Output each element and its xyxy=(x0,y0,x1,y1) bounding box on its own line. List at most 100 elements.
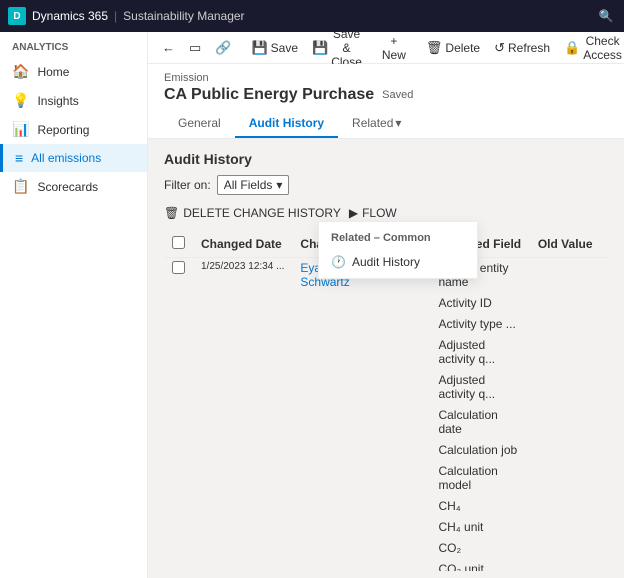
new-value-cell: 9dc9da18-cfb1-9dc4-d... xyxy=(601,293,608,314)
tab-related[interactable]: Related ▾ xyxy=(338,110,415,138)
changed-field-cell: CO₂ unit xyxy=(430,559,529,572)
sidebar-item-label: All emissions xyxy=(31,151,101,165)
row-checkbox-cell xyxy=(164,370,193,405)
sidebar-item-scorecards[interactable]: 📋 Scorecards xyxy=(0,172,147,201)
table-row: CH₄ unit 🔗 lb xyxy=(164,517,608,538)
event-cell xyxy=(378,461,430,496)
table-row: Adjusted activity q... 0.0100000000 xyxy=(164,370,608,405)
old-value-cell xyxy=(530,314,601,335)
scorecards-icon: 📋 xyxy=(12,178,29,195)
row-checkbox[interactable] xyxy=(172,261,185,274)
old-value-cell xyxy=(530,370,601,405)
check-access-icon: 🔒 xyxy=(564,40,580,56)
history-icon: 🕐 xyxy=(331,255,346,269)
event-cell xyxy=(378,293,430,314)
emissions-icon: ≡ xyxy=(15,150,23,166)
sidebar-item-reporting[interactable]: 📊 Reporting xyxy=(0,115,147,144)
changed-by-cell xyxy=(292,517,378,538)
delete-button[interactable]: 🗑 Delete xyxy=(420,36,486,60)
new-value-cell: 🔗 M xyxy=(601,461,608,496)
table-row: Activity type ... Electricity xyxy=(164,314,608,335)
changed-date-cell xyxy=(193,538,292,559)
back-button[interactable]: ← xyxy=(156,36,181,59)
row-checkbox-cell xyxy=(164,538,193,559)
panel-toggle-button[interactable]: ▭ xyxy=(183,36,207,60)
col-checkbox xyxy=(164,231,193,258)
main-layout: Analytics 🏠 Home 💡 Insights 📊 Reporting … xyxy=(0,32,624,578)
sidebar-item-insights[interactable]: 💡 Insights xyxy=(0,86,147,115)
changed-date-cell xyxy=(193,405,292,440)
tab-audit-history[interactable]: Audit History xyxy=(235,110,338,138)
new-value-cell: Electricity xyxy=(601,314,608,335)
changed-date-cell xyxy=(193,293,292,314)
changed-date-cell xyxy=(193,335,292,370)
content-area: ← ▭ 🔗 💾 Save 💾 Save & Close + New xyxy=(148,32,624,578)
sidebar-item-label: Scorecards xyxy=(37,180,98,194)
old-value-cell xyxy=(530,538,601,559)
refresh-icon: ↺ xyxy=(494,40,505,56)
sidebar-section-label: Analytics xyxy=(0,32,147,57)
row-checkbox-cell xyxy=(164,517,193,538)
event-cell xyxy=(378,335,430,370)
event-cell xyxy=(378,496,430,517)
select-all-checkbox[interactable] xyxy=(172,236,185,249)
refresh-button[interactable]: ↺ Refresh xyxy=(488,36,556,60)
delete-icon: 🗑 xyxy=(426,40,443,56)
event-cell xyxy=(378,559,430,572)
row-checkbox-cell xyxy=(164,314,193,335)
sidebar-item-label: Insights xyxy=(37,94,78,108)
event-cell xyxy=(378,538,430,559)
row-checkbox-cell xyxy=(164,335,193,370)
event-cell xyxy=(378,517,430,538)
new-value-cell: 🔗 lb xyxy=(601,559,608,572)
table-row: CO₂ unit 🔗 lb xyxy=(164,559,608,572)
saved-badge: Saved xyxy=(382,89,413,101)
command-bar: ← ▭ 🔗 💾 Save 💾 Save & Close + New xyxy=(148,32,624,64)
dropdown-popup-header: Related – Common xyxy=(319,226,477,250)
changed-date-cell xyxy=(193,440,292,461)
delete-change-history-label: DELETE CHANGE HISTORY xyxy=(183,206,341,220)
tab-related-label: Related xyxy=(352,116,393,130)
changed-by-cell xyxy=(292,538,378,559)
check-access-button[interactable]: 🔒 Check Access xyxy=(558,32,624,66)
dropdown-item-audit-history[interactable]: 🕐 Audit History xyxy=(319,250,477,274)
changed-field-cell: Calculation model xyxy=(430,461,529,496)
changed-date-cell xyxy=(193,559,292,572)
old-value-cell xyxy=(530,293,601,314)
search-icon[interactable]: 🔍 xyxy=(596,6,616,26)
save-button[interactable]: 💾 Save xyxy=(245,36,304,60)
sidebar-item-home[interactable]: 🏠 Home xyxy=(0,57,147,86)
chevron-down-icon: ▾ xyxy=(395,116,401,130)
changed-date-cell xyxy=(193,314,292,335)
top-nav: D Dynamics 365 | Sustainability Manager … xyxy=(0,0,624,32)
changed-field-cell: CH₄ xyxy=(430,496,529,517)
changed-field-cell: CH₄ unit xyxy=(430,517,529,538)
changed-by-cell xyxy=(292,496,378,517)
changed-field-cell: Calculation date xyxy=(430,405,529,440)
flow-audit-button[interactable]: ▶ FLOW xyxy=(349,203,397,223)
sidebar-item-all-emissions[interactable]: ≡ All emissions xyxy=(0,144,147,172)
tab-general[interactable]: General xyxy=(164,110,235,138)
changed-date-cell: 1/25/2023 12:34 ... xyxy=(193,258,292,293)
page-content: Audit History Filter on: All Fields ▾ 🗑 … xyxy=(148,139,624,578)
dropdown-item-label: Audit History xyxy=(352,255,420,269)
old-value-cell xyxy=(530,461,601,496)
delete-change-history-button[interactable]: 🗑 DELETE CHANGE HISTORY xyxy=(164,203,341,223)
sidebar: Analytics 🏠 Home 💡 Insights 📊 Reporting … xyxy=(0,32,148,578)
new-button[interactable]: + New xyxy=(376,32,412,66)
save-icon: 💾 xyxy=(251,40,267,56)
changed-field-cell: Adjusted activity q... xyxy=(430,370,529,405)
new-value-cell: 🔗 lb xyxy=(601,517,608,538)
changed-by-cell xyxy=(292,293,378,314)
module-name: Sustainability Manager xyxy=(123,9,244,23)
table-row: CH₄ 0.0006500000 xyxy=(164,496,608,517)
save-close-icon: 💾 xyxy=(312,40,328,56)
changed-date-cell xyxy=(193,370,292,405)
event-cell xyxy=(378,440,430,461)
old-value-cell xyxy=(530,335,601,370)
new-label: + New xyxy=(382,34,406,62)
audit-table-scroll[interactable]: Changed Date Changed By Event Changed Fi… xyxy=(164,231,608,571)
record-link-button[interactable]: 🔗 xyxy=(209,36,237,60)
filter-dropdown[interactable]: All Fields ▾ xyxy=(217,175,290,195)
new-value-cell: 🔗 MWh xyxy=(601,335,608,370)
